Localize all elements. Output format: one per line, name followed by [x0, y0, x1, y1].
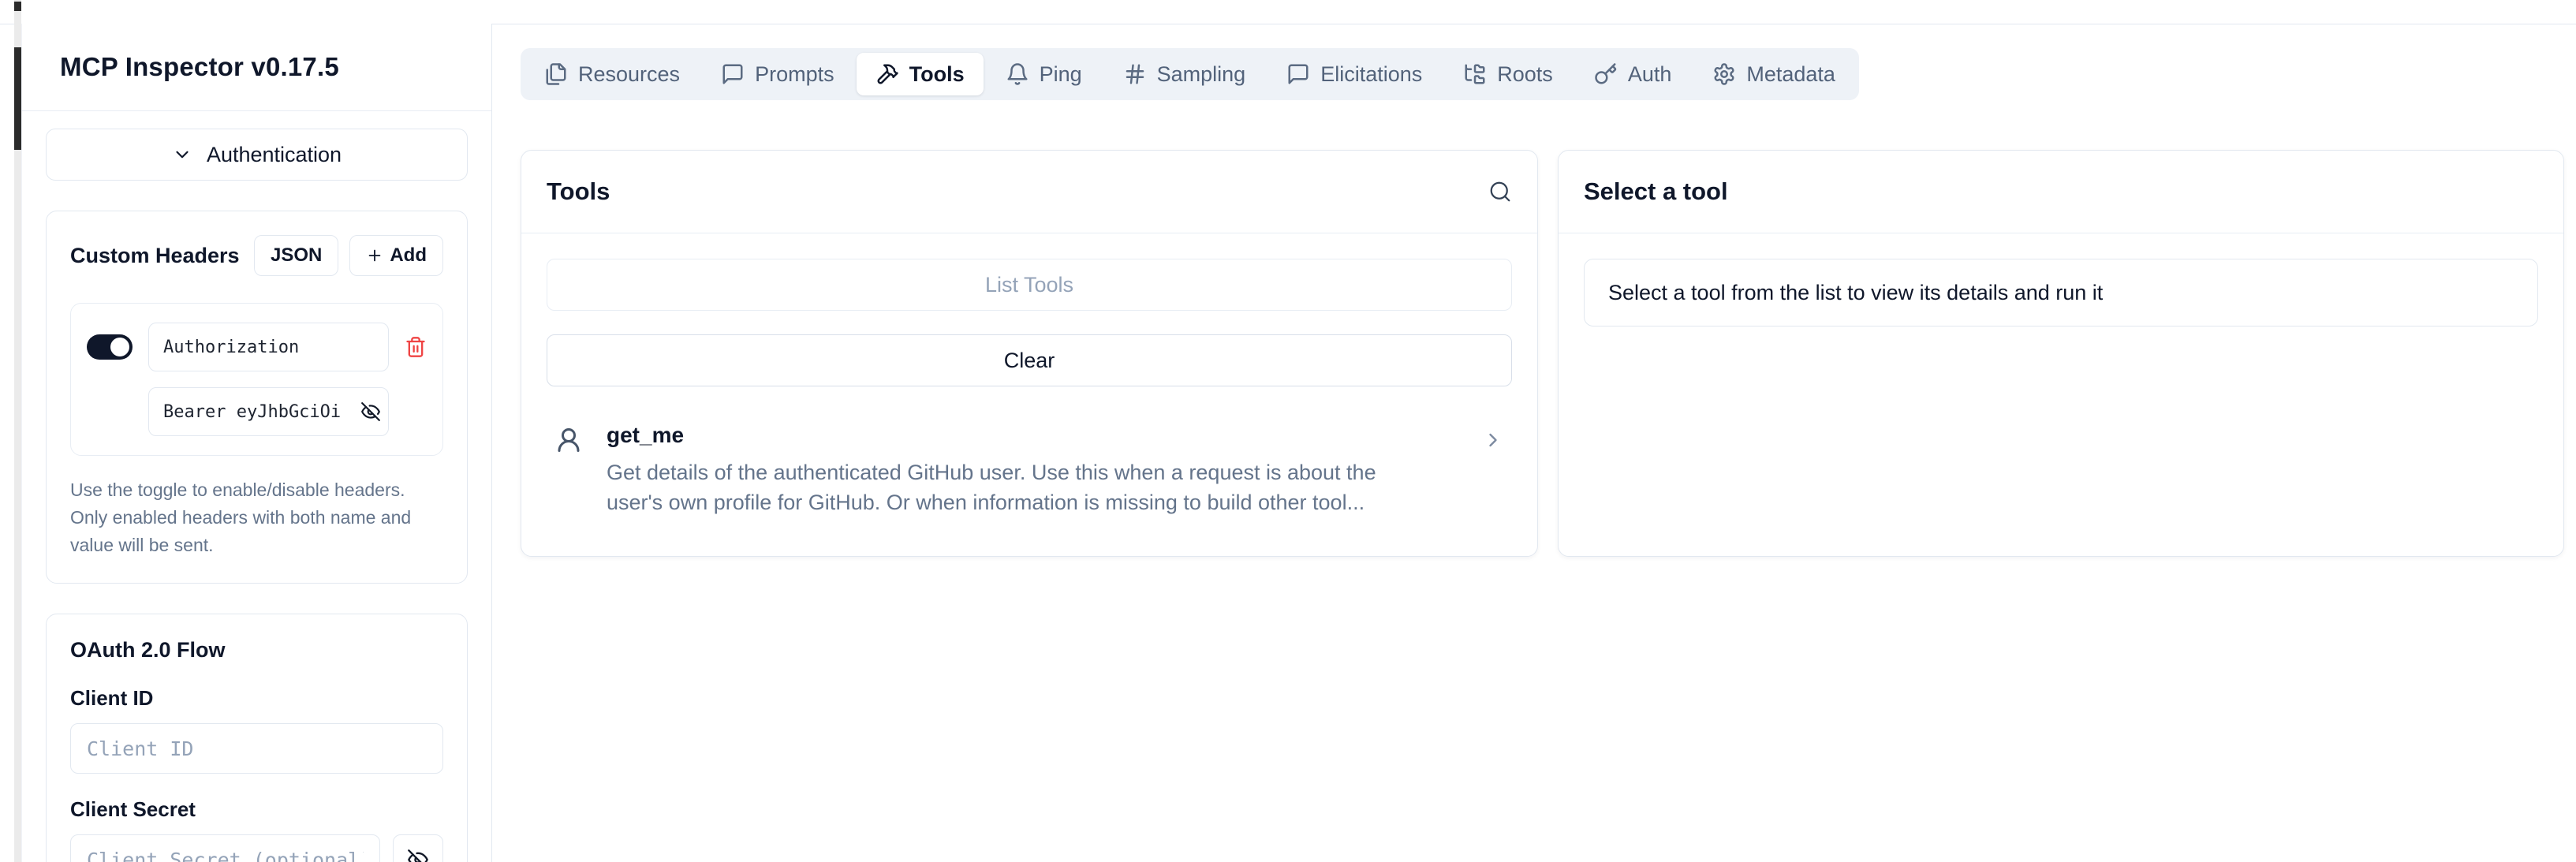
- tab-label: Resources: [578, 62, 680, 87]
- tab-label: Ping: [1040, 62, 1082, 87]
- window-scrollbar[interactable]: [14, 0, 21, 862]
- message-square-icon: [1286, 62, 1310, 86]
- app-title: MCP Inspector v0.17.5: [60, 52, 339, 82]
- bell-icon: [1006, 62, 1029, 86]
- tab-label: Prompts: [755, 62, 834, 87]
- tab-label: Elicitations: [1320, 62, 1422, 87]
- trash-icon: [405, 336, 427, 358]
- chevron-right-icon: [1482, 429, 1504, 455]
- key-icon: [1594, 62, 1618, 86]
- json-button-label: JSON: [271, 244, 322, 267]
- tab-elicitations[interactable]: Elicitations: [1267, 53, 1441, 95]
- search-tools-button[interactable]: [1488, 180, 1512, 203]
- authentication-section-label: Authentication: [207, 143, 342, 167]
- message-square-icon: [721, 62, 745, 86]
- tab-label: Roots: [1497, 62, 1553, 87]
- tool-description: Get details of the authenticated GitHub …: [607, 457, 1419, 517]
- tab-label: Auth: [1628, 62, 1672, 87]
- mcp-inspector-app: MCP Inspector v0.17.5 Authentication Cus…: [0, 0, 2576, 862]
- delete-header-button[interactable]: [405, 336, 427, 358]
- eye-off-icon: [360, 401, 381, 422]
- header-row: [70, 303, 443, 456]
- sidebar-body: Authentication Custom Headers JSON Add: [22, 111, 491, 862]
- user-icon: [554, 426, 583, 458]
- toggle-value-visibility-button[interactable]: [360, 401, 381, 422]
- authentication-section-toggle[interactable]: Authentication: [46, 129, 468, 181]
- tab-roots[interactable]: Roots: [1444, 53, 1572, 95]
- client-id-label: Client ID: [70, 686, 443, 711]
- oauth-flow-title: OAuth 2.0 Flow: [70, 638, 443, 662]
- tab-label: Sampling: [1157, 62, 1246, 87]
- sidebar: MCP Inspector v0.17.5 Authentication Cus…: [21, 24, 492, 862]
- client-secret-label: Client Secret: [70, 797, 443, 822]
- custom-headers-card: Custom Headers JSON Add: [46, 211, 468, 584]
- toggle-knob: [110, 338, 129, 356]
- tab-bar: Resources Prompts Tools Ping Sampling El…: [521, 48, 1859, 100]
- tools-panel-title: Tools: [547, 177, 610, 206]
- detail-panel-title: Select a tool: [1584, 177, 1728, 206]
- tool-detail-panel: Select a tool Select a tool from the lis…: [1558, 150, 2564, 557]
- tab-tools[interactable]: Tools: [857, 53, 984, 95]
- hammer-icon: [875, 62, 899, 86]
- tab-prompts[interactable]: Prompts: [702, 53, 853, 95]
- clear-button[interactable]: Clear: [547, 334, 1512, 386]
- scrollbar-cap: [14, 2, 21, 11]
- eye-off-icon: [407, 849, 429, 862]
- tab-sampling[interactable]: Sampling: [1104, 53, 1265, 95]
- header-enabled-toggle[interactable]: [87, 334, 133, 360]
- tools-panel: Tools List Tools Clear get_me Get: [521, 150, 1538, 557]
- scrollbar-thumb[interactable]: [14, 47, 21, 150]
- tab-auth[interactable]: Auth: [1575, 53, 1691, 95]
- add-button-label: Add: [390, 244, 427, 267]
- header-value-input[interactable]: [148, 387, 389, 436]
- toggle-secret-visibility-button[interactable]: [393, 834, 443, 862]
- tab-metadata[interactable]: Metadata: [1693, 53, 1854, 95]
- folder-tree-icon: [1463, 62, 1487, 86]
- hash-icon: [1123, 62, 1147, 86]
- sidebar-header: MCP Inspector v0.17.5: [22, 24, 491, 111]
- files-icon: [544, 62, 568, 86]
- panels: Tools List Tools Clear get_me Get: [521, 150, 2564, 557]
- add-header-button[interactable]: Add: [349, 235, 443, 276]
- list-tools-button[interactable]: List Tools: [547, 259, 1512, 311]
- tab-ping[interactable]: Ping: [987, 53, 1101, 95]
- tool-name: get_me: [607, 423, 1458, 448]
- plus-icon: [366, 247, 383, 264]
- gear-icon: [1712, 62, 1736, 86]
- empty-state-message: Select a tool from the list to view its …: [1584, 259, 2538, 327]
- search-icon: [1488, 180, 1512, 203]
- main-content: Resources Prompts Tools Ping Sampling El…: [521, 0, 2564, 862]
- tab-label: Tools: [909, 62, 965, 87]
- headers-helper-text: Use the toggle to enable/disable headers…: [70, 476, 441, 559]
- tool-list-item-get-me[interactable]: get_me Get details of the authenticated …: [547, 423, 1512, 517]
- tab-resources[interactable]: Resources: [525, 53, 699, 95]
- tab-label: Metadata: [1746, 62, 1835, 87]
- client-secret-input[interactable]: [70, 834, 380, 862]
- custom-headers-title: Custom Headers: [70, 244, 240, 268]
- oauth-flow-card: OAuth 2.0 Flow Client ID Client Secret R…: [46, 614, 468, 862]
- header-name-input[interactable]: [148, 323, 389, 371]
- json-button[interactable]: JSON: [254, 235, 338, 276]
- client-id-input[interactable]: [70, 723, 443, 774]
- chevron-down-icon: [172, 144, 192, 165]
